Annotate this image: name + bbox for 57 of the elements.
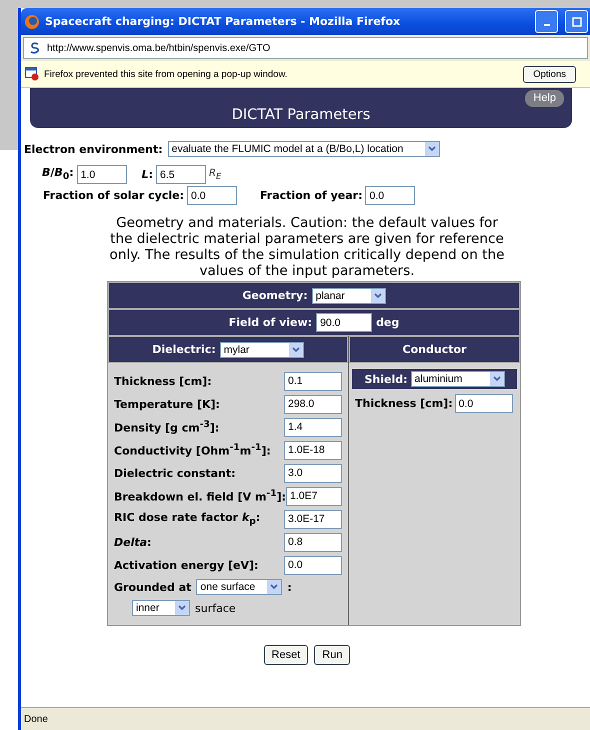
field-label: L:: [142, 168, 154, 181]
parameter-label: Thickness [cm]:: [114, 374, 212, 388]
banner-subtitle: DICTAT Parameters: [232, 107, 370, 123]
popup-message: Firefox prevented this site from opening a pop-up window.: [44, 68, 288, 80]
input-field[interactable]: 1.0: [76, 165, 127, 184]
input-field[interactable]: 90.0: [316, 313, 372, 332]
parameter-label: Breakdown el. field [V m$^{-1}$]:: [114, 488, 286, 504]
input-field[interactable]: 0.1: [284, 372, 342, 390]
unit-label: deg: [376, 316, 400, 329]
status-text: Done: [24, 714, 48, 724]
field-label: Fraction of solar cycle:: [43, 189, 184, 202]
geometry-label: Geometry:: [242, 289, 308, 302]
input-field[interactable]: 6.5: [156, 165, 206, 184]
parameter-label: Conductivity [Ohm$^{-1}$m$^{-1}$]:: [114, 442, 271, 458]
address-field[interactable]: http://www.spenvis.oma.be/htbin/spenvis.exe/GTO: [23, 37, 588, 59]
field-of-view-label: Field of view:: [228, 316, 312, 329]
input-field[interactable]: 3.0: [284, 464, 342, 482]
parameter-label: Density [g cm$^{-3}$]:: [114, 419, 220, 435]
conductor-heading: Conductor: [402, 343, 466, 356]
url-text: http://www.spenvis.oma.be/htbin/spenvis.exe/GTO: [47, 42, 270, 54]
input-field[interactable]: 0.0: [187, 186, 237, 205]
input-field[interactable]: 0.8: [284, 532, 342, 552]
options-button[interactable]: Options: [523, 66, 576, 82]
unit-label: R$_{E}$: [209, 168, 222, 181]
field-label: Electron environment:: [24, 142, 163, 156]
environment-dropdown[interactable]: evaluate the FLUMIC model at a (B/Bo,L) location: [168, 141, 440, 157]
input-field[interactable]: 1.0E7: [286, 486, 342, 506]
grounded-label: Grounded at: [114, 580, 192, 594]
grounded-dropdown[interactable]: one surface: [196, 579, 282, 595]
dielectric-dropdown[interactable]: mylar: [220, 342, 304, 358]
caution-paragraph: Geometry and materials. Caution: the default values for the dielectric material parameters are given for reference only. The results of the simulation critically depend on the values of the input parameters.: [108, 215, 506, 279]
surface-label: surface: [195, 602, 236, 614]
input-field[interactable]: 0.0: [284, 556, 342, 574]
input-field[interactable]: 3.0E-17: [284, 510, 342, 528]
parameter-label: Temperature [K]:: [114, 398, 220, 410]
input-field[interactable]: 0.0: [365, 186, 416, 205]
dielectric-label: Dielectric:: [152, 343, 216, 356]
field-label: Fraction of year:: [260, 189, 362, 202]
geometry-dropdown[interactable]: planar: [312, 288, 386, 304]
window-title: Spacecraft charging: DICTAT Parameters - Mozilla Firefox: [45, 15, 402, 28]
run-button[interactable]: Run: [314, 645, 350, 665]
field-label: B/B$_{0}$:: [42, 166, 74, 183]
input-field[interactable]: 1.0E-18: [284, 440, 342, 460]
surface-dropdown[interactable]: inner: [132, 600, 190, 616]
parameter-label: Thickness [cm]:: [355, 397, 453, 410]
shield-label: Shield:: [364, 372, 408, 386]
parameter-label: Activation energy [eV]:: [114, 558, 258, 572]
help-button[interactable]: Help: [525, 90, 564, 107]
colon-label: :: [287, 580, 292, 594]
input-field[interactable]: 1.4: [284, 418, 342, 436]
parameter-label: Delta:: [114, 536, 152, 548]
shield-dropdown[interactable]: aluminium: [410, 371, 505, 387]
input-field[interactable]: 298.0: [284, 394, 342, 414]
input-field[interactable]: 0.0: [454, 394, 513, 413]
parameter-label: Dielectric constant:: [114, 466, 236, 480]
parameter-label: RIC dose rate factor k$_{p}$:: [114, 510, 260, 528]
reset-button[interactable]: Reset: [264, 645, 308, 665]
